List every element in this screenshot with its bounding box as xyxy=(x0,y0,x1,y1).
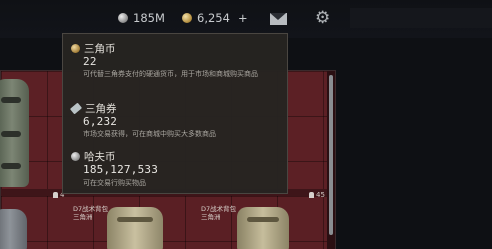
gear-icon[interactable]: ⚙ xyxy=(315,10,330,27)
backpack-item[interactable] xyxy=(0,79,29,187)
backpack-strap xyxy=(247,217,279,222)
scrollbar-thumb[interactable] xyxy=(329,75,333,235)
triangle-coin-icon xyxy=(71,44,80,53)
item-name-label: D7战术背包 三角洲 xyxy=(201,205,237,221)
top-right-tab-area xyxy=(350,8,492,28)
backpack-strap xyxy=(1,163,21,169)
currency-tooltip: 三角币 22 可代替三角券支付的硬通货币，用于市场和商城购买商品 三角券 6,2… xyxy=(62,33,288,194)
gold-amount: 6,254 xyxy=(197,11,230,25)
slot-capacity-right: 45 xyxy=(309,191,325,199)
backpack-strap xyxy=(1,97,21,103)
backpack-strap xyxy=(117,217,153,222)
backpack-item[interactable] xyxy=(107,207,163,249)
add-gold-button[interactable]: + xyxy=(238,11,248,25)
gold-currency[interactable]: 6,254 + xyxy=(182,11,248,25)
triangle-ticket-icon xyxy=(69,102,83,115)
capacity-person-icon xyxy=(309,192,314,198)
haf-coin-value: 185,127,533 xyxy=(83,163,159,176)
backpack-item[interactable] xyxy=(237,207,289,249)
triangle-ticket-value: 6,232 xyxy=(83,115,118,128)
triangle-coin-description: 可代替三角券支付的硬通货币，用于市场和商城购买商品 xyxy=(83,70,258,78)
mail-icon[interactable] xyxy=(270,13,287,25)
silver-currency[interactable]: 185M xyxy=(118,11,165,25)
triangle-ticket-description: 市场交易获得，可在商城中购买大多数商品 xyxy=(83,130,216,138)
haf-coin-icon xyxy=(71,152,80,161)
haf-coin-description: 可在交易行购买物品 xyxy=(83,179,146,187)
triangle-coin-value: 22 xyxy=(83,55,97,68)
gold-coin-icon xyxy=(182,13,192,23)
capacity-person-icon xyxy=(53,192,58,198)
tooltip-row-title: 三角券 xyxy=(69,101,117,116)
capacity-value: 45 xyxy=(316,191,325,199)
backpack-item[interactable] xyxy=(0,209,27,249)
silver-amount: 185M xyxy=(133,11,165,25)
silver-coin-icon xyxy=(118,13,128,23)
item-name-label: D7战术背包 三角洲 xyxy=(73,205,109,221)
backpack-strap xyxy=(1,131,21,137)
tooltip-row-title: 三角币 xyxy=(71,41,116,56)
tooltip-row-title: 哈夫币 xyxy=(71,149,116,164)
